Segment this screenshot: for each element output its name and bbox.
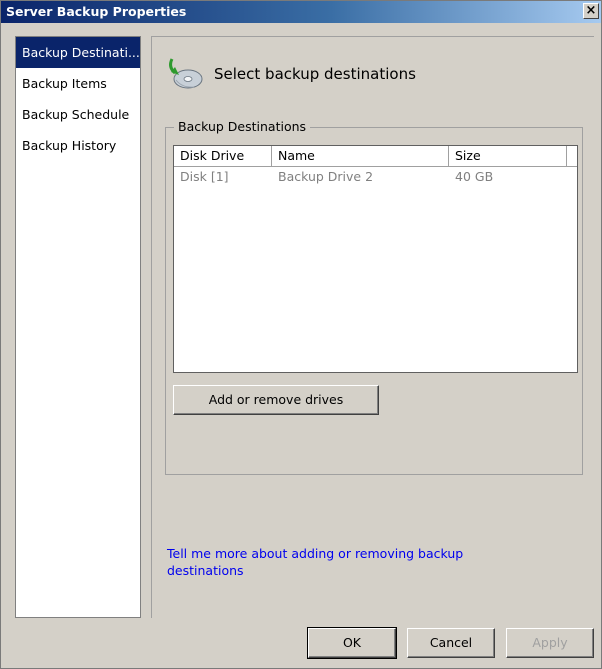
help-link[interactable]: Tell me more about adding or removing ba… <box>167 545 487 579</box>
title-bar: Server Backup Properties × <box>1 1 601 23</box>
cancel-button[interactable]: Cancel <box>407 628 495 658</box>
group-label: Backup Destinations <box>174 119 311 134</box>
sidebar-item-backup-schedule[interactable]: Backup Schedule <box>16 99 140 130</box>
list-header: Disk Drive Name Size <box>174 146 577 167</box>
sidebar-item-backup-destinations[interactable]: Backup Destinati... <box>16 37 140 68</box>
destinations-list[interactable]: Disk Drive Name Size Disk [1] Backup Dri… <box>173 145 578 373</box>
column-header-size[interactable]: Size <box>449 146 567 166</box>
server-backup-properties-dialog: Server Backup Properties × Backup Destin… <box>0 0 602 669</box>
sidebar-item-backup-history[interactable]: Backup History <box>16 130 140 161</box>
cell-disk: Disk [1] <box>180 169 229 184</box>
column-header-disk-drive[interactable]: Disk Drive <box>174 146 272 166</box>
close-button[interactable]: × <box>583 3 599 19</box>
ok-button[interactable]: OK <box>307 627 397 659</box>
sidebar: Backup Destinati... Backup Items Backup … <box>15 36 141 618</box>
content-panel: Select backup destinations Backup Destin… <box>151 36 594 618</box>
backup-destination-icon <box>169 58 203 89</box>
backup-destinations-group: Backup Destinations Disk Drive Name Size… <box>165 119 583 475</box>
column-header-name[interactable]: Name <box>272 146 449 166</box>
cell-size: 40 GB <box>455 169 494 184</box>
window-title: Server Backup Properties <box>6 4 187 19</box>
page-title: Select backup destinations <box>214 65 416 83</box>
add-remove-drives-button[interactable]: Add or remove drives <box>173 385 379 415</box>
apply-button[interactable]: Apply <box>506 628 594 658</box>
cell-name: Backup Drive 2 <box>278 169 374 184</box>
table-row[interactable]: Disk [1] Backup Drive 2 40 GB <box>174 167 577 187</box>
sidebar-item-backup-items[interactable]: Backup Items <box>16 68 140 99</box>
